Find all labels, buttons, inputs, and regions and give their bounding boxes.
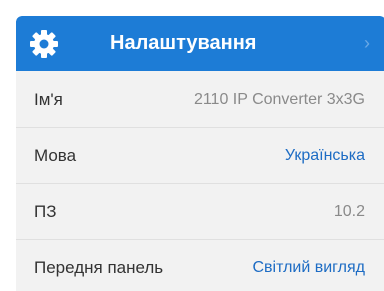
setting-label-name: Ім'я <box>34 90 63 109</box>
setting-row-language[interactable]: Мова Українська <box>16 128 384 184</box>
settings-header[interactable]: Налаштування › <box>16 16 384 71</box>
setting-value-software: 10.2 <box>333 203 365 220</box>
setting-row-name[interactable]: Ім'я 2110 IP Converter 3x3G <box>16 72 384 128</box>
setting-label-language: Мова <box>34 146 77 165</box>
setting-value-name: 2110 IP Converter 3x3G <box>193 91 365 108</box>
gear-icon <box>28 28 60 60</box>
setting-value-language[interactable]: Українська <box>285 128 365 183</box>
chevron-right-icon[interactable]: › <box>364 16 370 71</box>
setting-value-front-panel[interactable]: Світлий вигляд <box>253 240 366 291</box>
setting-label-software: ПЗ <box>34 202 57 221</box>
setting-row-front-panel[interactable]: Передня панель Світлий вигляд <box>16 240 384 291</box>
settings-panel: Налаштування › Ім'я 2110 IP Converter 3x… <box>16 16 384 291</box>
setting-row-software: ПЗ 10.2 <box>16 184 384 240</box>
setting-label-front-panel: Передня панель <box>34 258 164 277</box>
page-title: Налаштування <box>110 32 257 54</box>
